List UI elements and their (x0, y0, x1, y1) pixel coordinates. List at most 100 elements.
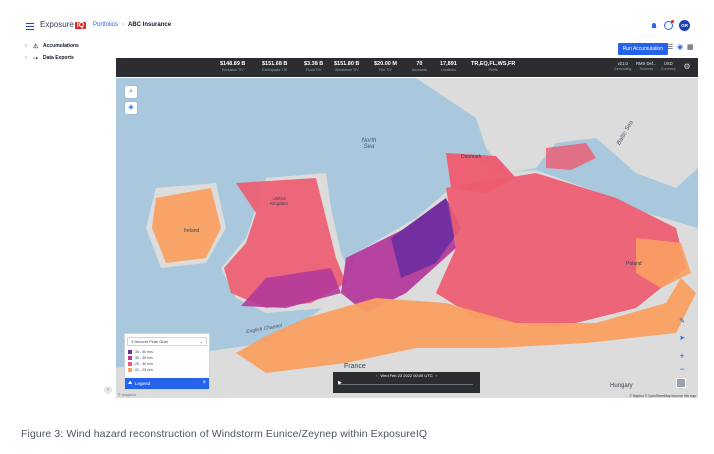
sidebar-item-accumulations[interactable]: › ⚠ Accumulations (22, 40, 114, 52)
warning-icon: ⚠ (33, 43, 39, 50)
stat-value: 17,891 (440, 61, 457, 67)
legend-item: 20 - 25 m/s (128, 367, 153, 373)
chevron-right-icon: › (25, 43, 27, 49)
view-switcher: ☰ ◉ ▦ (667, 44, 694, 51)
legend-list: 35 - 40 m/s 30 - 35 m/s 25 - 30 m/s 20 -… (128, 349, 153, 373)
mountain-icon: ⛰ (128, 380, 133, 386)
basemap-thumbnail[interactable] (676, 378, 686, 388)
menu-icon[interactable] (26, 23, 34, 30)
chevron-down-icon: ⌄ (199, 339, 203, 344)
stat-value: $151.80 B (334, 61, 360, 67)
pencil-icon[interactable]: ✎ (676, 316, 688, 328)
layers-icon[interactable]: ◈ (125, 102, 137, 114)
toolbar: Run Accumulation ☰ ◉ ▦ (116, 41, 698, 57)
stat-value: USD (663, 61, 673, 66)
close-icon[interactable]: × (202, 378, 206, 389)
map-label-hungary: Hungary (610, 383, 633, 389)
app-header: Exposure IQ Portfolios › ABC Insurance GR (0, 0, 714, 38)
hazard-sweden (546, 143, 596, 170)
stat-schema: RMS Def... Schema (636, 61, 656, 71)
brand-text: Exposure (40, 20, 74, 29)
stat-value: $20.00 M (374, 61, 397, 67)
chevron-right-icon[interactable]: › (436, 373, 437, 378)
time-label-row: ‹ Wed Feb 23 2022 00:00 UTC › (333, 373, 480, 378)
globe-view-icon[interactable]: ◉ (677, 44, 684, 51)
brand-badge: IQ (74, 22, 87, 29)
stat-locations: 17,891 Locations (440, 61, 457, 72)
chevron-left-icon[interactable]: ‹ (376, 373, 377, 378)
stat-flood-tiv: $3.38 B Flood TIV (304, 61, 323, 72)
stat-label: Perils (488, 68, 498, 72)
legend-swatch (128, 356, 132, 360)
sidebar-collapse-button[interactable]: ‹ (104, 386, 112, 394)
legend-label: 30 - 35 m/s (135, 356, 153, 360)
breadcrumb-separator: › (122, 22, 125, 28)
stat-label: Locations (440, 68, 457, 72)
zoom-out-icon[interactable]: − (676, 363, 688, 375)
sidebar: › ⚠ Accumulations › ⇢ Data Exports (22, 40, 114, 398)
time-slider[interactable]: ‹ Wed Feb 23 2022 00:00 UTC › ▶ (333, 372, 480, 393)
legend-label: 35 - 40 m/s (135, 350, 153, 354)
stat-label: Exclusion TIV (221, 68, 244, 72)
app-logo[interactable]: Exposure IQ (40, 20, 87, 29)
sidebar-item-label: Accumulations (43, 43, 79, 49)
stat-label: Fire TIV (379, 68, 392, 72)
stat-value: v21.0 (617, 61, 628, 66)
stat-value: $148.89 B (220, 61, 246, 67)
map-label-north-sea: North Sea (361, 138, 377, 150)
map-label-denmark: Denmark (461, 154, 482, 160)
stat-earthquake-tiv: $151.68 B Earthquake TIV (262, 61, 287, 72)
legend-bar-label: Legend (135, 381, 151, 386)
hazard-metric-select[interactable]: 3 Second Peak Gust ⌄ (127, 337, 207, 346)
stat-value: $151.68 B (262, 61, 288, 67)
figure-caption: Figure 3: Wind hazard reconstruction of … (21, 428, 428, 440)
legend-swatch (128, 350, 132, 354)
breadcrumb-portfolios-link[interactable]: Portfolios (93, 22, 118, 28)
search-icon[interactable]: ⌕ (125, 86, 137, 98)
legend-toggle-bar[interactable]: ⛰ Legend × (125, 378, 209, 389)
run-accumulation-button[interactable]: Run Accumulation (617, 43, 668, 55)
play-icon[interactable]: ▶ (338, 380, 342, 386)
stat-value: 70 (416, 61, 423, 67)
list-view-icon[interactable]: ☰ (667, 44, 674, 51)
stat-label: Schema (639, 67, 653, 71)
zoom-in-icon[interactable]: + (676, 350, 688, 362)
map-label-united-kingdom: United Kingdom (270, 196, 288, 206)
stat-label: Geocoding (614, 67, 632, 71)
stat-label: Currency (661, 67, 676, 71)
time-track[interactable] (339, 384, 473, 385)
header-actions: GR (650, 20, 690, 31)
time-value: Wed Feb 23 2022 00:00 UTC (380, 373, 433, 378)
stat-value: TR,EQ,FL,WS,FR (471, 61, 516, 67)
legend-label: 25 - 30 m/s (135, 362, 153, 366)
select-value: 3 Second Peak Gust (131, 339, 168, 344)
grid-view-icon[interactable]: ▦ (687, 44, 694, 51)
mapbox-logo: © mapbox (118, 392, 137, 397)
sidebar-item-label: Data Exports (43, 55, 74, 61)
chevron-right-icon: › (25, 55, 27, 61)
legend-panel: 3 Second Peak Gust ⌄ 35 - 40 m/s 30 - 35… (124, 333, 210, 390)
stat-accounts: 70 Accounts (412, 61, 427, 72)
settings-icon[interactable]: ⚙ (682, 62, 692, 72)
breadcrumb-current: ABC Insurance (128, 22, 172, 28)
legend-swatch (128, 362, 132, 366)
stat-fire-tiv: $20.00 M Fire TIV (374, 61, 397, 72)
map-attribution[interactable]: © Mapbox © OpenStreetMap Improve this ma… (629, 394, 696, 398)
stat-label: Flood TIV (305, 68, 322, 72)
legend-swatch (128, 368, 132, 372)
export-icon: ⇢ (33, 55, 39, 62)
bell-icon[interactable] (650, 22, 658, 30)
stat-currency: USD Currency (661, 61, 676, 71)
stat-perils: TR,EQ,FL,WS,FR Perils (471, 61, 515, 72)
user-icon[interactable] (664, 20, 674, 30)
locate-icon[interactable]: ➤ (676, 333, 688, 345)
sidebar-item-data-exports[interactable]: › ⇢ Data Exports (22, 52, 114, 64)
map-label-ireland: Ireland (184, 228, 200, 234)
stat-value: $3.38 B (304, 61, 324, 67)
stat-label: Accounts (412, 68, 427, 72)
avatar[interactable]: GR (679, 20, 690, 31)
stat-value: RMS Def... (636, 61, 657, 66)
stat-exclusion-tiv: $148.89 B Exclusion TIV (220, 61, 245, 72)
stat-label: Windstorm TIV (334, 68, 359, 72)
map-label-france: France (344, 363, 366, 370)
